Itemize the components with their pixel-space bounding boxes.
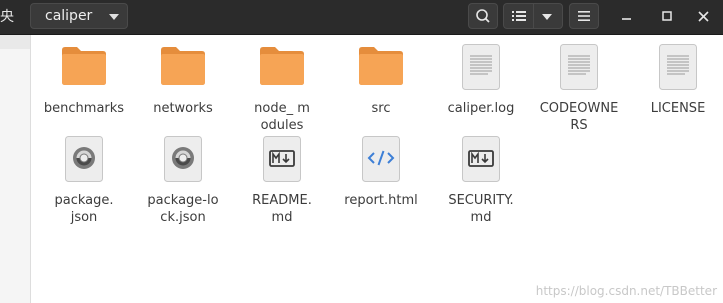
- sidebar: [0, 35, 31, 303]
- folder-icon: [357, 44, 405, 86]
- search-icon: [476, 9, 490, 23]
- file-name: report.html: [344, 193, 418, 208]
- path-label: caliper: [45, 8, 93, 24]
- file-name: caliper.log: [447, 101, 515, 116]
- folder-icon: [159, 44, 207, 86]
- list-view-icon[interactable]: [512, 10, 526, 22]
- watermark: https://blog.csdn.net/TBBetter: [535, 284, 717, 298]
- text-file-icon: [560, 44, 598, 90]
- folder-icon: [60, 44, 108, 86]
- html-file-icon: [362, 136, 400, 182]
- divider: [533, 4, 534, 28]
- header-bar: 央 caliper: [0, 0, 723, 35]
- file-item-package-lock-json[interactable]: package-lock.json: [135, 136, 231, 225]
- file-item-codeowners[interactable]: CODEOWNERS: [531, 44, 627, 133]
- json-file-icon: [164, 136, 202, 182]
- file-item-networks[interactable]: networks: [135, 44, 231, 124]
- close-icon: [698, 11, 709, 22]
- minimize-icon: [622, 18, 631, 20]
- file-item-node-modules[interactable]: node_ modules: [234, 44, 330, 133]
- maximize-icon: [662, 11, 672, 21]
- chevron-down-icon: [109, 14, 119, 20]
- file-name: README. md: [252, 193, 312, 225]
- sidebar-selected-item[interactable]: [0, 35, 30, 49]
- file-name: benchmarks: [43, 101, 125, 116]
- markdown-file-icon: [263, 136, 301, 182]
- hamburger-menu-icon: [578, 11, 590, 21]
- file-name: package. json: [54, 193, 114, 225]
- file-name: LICENSE: [650, 101, 706, 116]
- folder-icon: [258, 44, 306, 86]
- file-item-caliper-log[interactable]: caliper.log: [433, 44, 529, 124]
- file-name: src: [371, 101, 391, 116]
- menu-button[interactable]: [569, 3, 599, 29]
- file-name: CODEOWNERS: [539, 101, 619, 133]
- back-label[interactable]: 央: [0, 0, 14, 34]
- file-name: SECURITY. md: [448, 193, 514, 225]
- json-file-icon: [65, 136, 103, 182]
- file-item-security-md[interactable]: SECURITY. md: [433, 136, 529, 225]
- text-file-icon: [462, 44, 500, 90]
- file-name: networks: [153, 101, 213, 116]
- file-item-report-html[interactable]: report.html: [333, 136, 429, 216]
- file-name: node_ modules: [254, 101, 310, 133]
- view-options-group[interactable]: [503, 3, 563, 29]
- search-button[interactable]: [468, 3, 498, 29]
- path-bar-button[interactable]: caliper: [30, 3, 128, 29]
- file-item-package-json[interactable]: package. json: [36, 136, 132, 225]
- file-item-benchmarks[interactable]: benchmarks: [36, 44, 132, 124]
- maximize-button[interactable]: [654, 4, 680, 28]
- minimize-button[interactable]: [614, 4, 640, 28]
- close-button[interactable]: [691, 4, 717, 28]
- markdown-file-icon: [462, 136, 500, 182]
- file-item-license[interactable]: LICENSE: [630, 44, 723, 124]
- file-item-src[interactable]: src: [333, 44, 429, 124]
- file-name: package-lock.json: [147, 193, 219, 225]
- chevron-down-icon[interactable]: [541, 13, 553, 21]
- text-file-icon: [659, 44, 697, 90]
- file-item-readme-md[interactable]: README. md: [234, 136, 330, 225]
